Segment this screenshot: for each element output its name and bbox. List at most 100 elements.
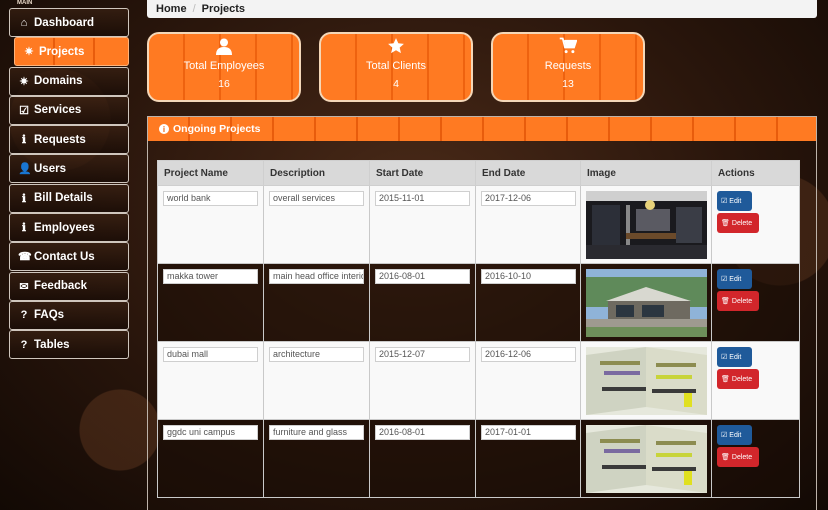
sidebar-item-label: Projects xyxy=(39,45,85,58)
table-row: world bank overall services 2015-11-01 2… xyxy=(157,185,800,264)
sidebar-item-users[interactable]: 👤 Users xyxy=(9,154,129,184)
edit-label: Edit xyxy=(729,353,742,361)
sidebar-item-label: Contact Us xyxy=(34,250,95,263)
edit-label: Edit xyxy=(729,197,742,205)
project-image xyxy=(586,191,707,259)
end-date-field[interactable]: 2016-10-10 xyxy=(481,269,576,284)
edit-button[interactable]: ☑ Edit xyxy=(717,269,752,289)
start-date-field[interactable]: 2016-08-01 xyxy=(375,425,470,440)
sidebar-item-label: Tables xyxy=(34,338,70,351)
project-name-field[interactable]: dubai mall xyxy=(163,347,258,362)
stat-card-total-clients[interactable]: Total Clients 4 xyxy=(319,32,473,102)
project-name-field[interactable]: world bank xyxy=(163,191,258,206)
info-icon: ℹ xyxy=(21,222,27,235)
delete-label: Delete xyxy=(731,453,753,461)
sidebar-item-label: Dashboard xyxy=(34,16,95,29)
end-date-field[interactable]: 2017-12-06 xyxy=(481,191,576,206)
edit-button[interactable]: ☑ Edit xyxy=(717,425,752,445)
table-header-row: Project Name Description Start Date End … xyxy=(157,160,800,186)
stat-value: 16 xyxy=(218,78,230,90)
question-icon: ? xyxy=(20,338,28,351)
edit-icon: ☑ xyxy=(721,276,728,283)
stat-label: Requests xyxy=(544,60,592,72)
info-icon: i xyxy=(159,124,169,134)
table-row: makka tower main head office interior 20… xyxy=(157,263,800,342)
delete-label: Delete xyxy=(731,297,753,305)
panel-title: Ongoing Projects xyxy=(173,123,261,135)
trash-icon: 🗑 xyxy=(721,454,730,461)
sidebar-item-domains[interactable]: ✷ Domains xyxy=(9,66,129,96)
stat-card-total-employees[interactable]: Total Employees 16 xyxy=(147,32,301,102)
start-date-field[interactable]: 2016-08-01 xyxy=(375,269,470,284)
breadcrumb: Home / Projects xyxy=(147,0,817,18)
edit-icon: ☑ xyxy=(721,432,728,439)
edit-label: Edit xyxy=(729,431,742,439)
trash-icon: 🗑 xyxy=(721,298,730,305)
star-icon xyxy=(321,37,471,57)
user-icon xyxy=(149,37,299,57)
sidebar-item-bill-details[interactable]: ℹ Bill Details xyxy=(9,183,129,213)
start-date-field[interactable]: 2015-11-01 xyxy=(375,191,470,206)
end-date-field[interactable]: 2017-01-01 xyxy=(481,425,576,440)
project-name-field[interactable]: makka tower xyxy=(163,269,258,284)
edit-button[interactable]: ☑ Edit xyxy=(717,191,752,211)
delete-label: Delete xyxy=(731,219,753,227)
project-image xyxy=(586,425,707,493)
sidebar-item-faqs[interactable]: ? FAQs xyxy=(9,300,129,330)
start-date-field[interactable]: 2015-12-07 xyxy=(375,347,470,362)
column-header: End Date xyxy=(475,160,581,186)
project-image xyxy=(586,347,707,415)
delete-label: Delete xyxy=(731,375,753,383)
description-field[interactable]: furniture and glass xyxy=(269,425,364,440)
question-icon: ? xyxy=(20,309,28,322)
delete-button[interactable]: 🗑 Delete xyxy=(717,291,759,311)
description-field[interactable]: main head office interior xyxy=(269,269,364,284)
sidebar-item-employees[interactable]: ℹ Employees xyxy=(9,213,129,243)
trash-icon: 🗑 xyxy=(721,376,730,383)
trash-icon: 🗑 xyxy=(721,220,730,227)
info-icon: ℹ xyxy=(21,192,27,205)
sidebar-item-dashboard[interactable]: ⌂ Dashboard xyxy=(9,8,129,37)
sidebar-item-requests[interactable]: ℹ Requests xyxy=(9,125,129,155)
end-date-field[interactable]: 2016-12-06 xyxy=(481,347,576,362)
stat-label: Total Clients xyxy=(366,60,426,72)
delete-button[interactable]: 🗑 Delete xyxy=(717,447,759,467)
edit-icon: ☑ xyxy=(721,354,728,361)
sidebar-item-contact-us[interactable]: ☎ Contact Us xyxy=(9,242,129,272)
stat-value: 4 xyxy=(393,78,399,90)
column-header: Description xyxy=(263,160,370,186)
sidebar-item-feedback[interactable]: ✉ Feedback xyxy=(9,271,129,301)
sidebar-item-tables[interactable]: ? Tables xyxy=(9,330,129,360)
phone-icon: ☎ xyxy=(18,251,32,264)
sidebar: MAIN ⌂ Dashboard ✷ Projects ✷ Domains ☑ Serv… xyxy=(9,0,129,360)
sidebar-item-services[interactable]: ☑ Services xyxy=(9,95,129,125)
stat-card-requests[interactable]: Requests 13 xyxy=(491,32,645,102)
table-row: dubai mall architecture 2015-12-07 2016-… xyxy=(157,341,800,420)
stat-value: 13 xyxy=(562,78,574,90)
sidebar-item-projects[interactable]: ✷ Projects xyxy=(14,37,129,67)
column-header: Actions xyxy=(711,160,800,186)
info-icon: ℹ xyxy=(21,134,27,147)
breadcrumb-separator: / xyxy=(192,3,196,15)
ongoing-projects-panel: i Ongoing Projects Project Name Descript… xyxy=(147,116,817,510)
breadcrumb-home-link[interactable]: Home xyxy=(156,3,187,15)
envelope-icon: ✉ xyxy=(19,280,29,293)
description-field[interactable]: architecture xyxy=(269,347,364,362)
panel-header: i Ongoing Projects xyxy=(148,117,816,141)
edit-icon: ☑ xyxy=(721,198,728,205)
asterisk-icon: ✷ xyxy=(24,46,34,59)
delete-button[interactable]: 🗑 Delete xyxy=(717,213,759,233)
delete-button[interactable]: 🗑 Delete xyxy=(717,369,759,389)
project-image xyxy=(586,269,707,337)
edit-button[interactable]: ☑ Edit xyxy=(717,347,752,367)
home-icon: ⌂ xyxy=(20,16,28,29)
user-icon: 👤 xyxy=(18,163,32,176)
project-name-field[interactable]: ggdc uni campus xyxy=(163,425,258,440)
description-field[interactable]: overall services xyxy=(269,191,364,206)
column-header: Start Date xyxy=(369,160,476,186)
sidebar-item-label: Bill Details xyxy=(34,192,93,205)
table-row: ggdc uni campus furniture and glass 2016… xyxy=(157,419,800,498)
projects-table: Project Name Description Start Date End … xyxy=(157,160,800,498)
sidebar-item-label: Requests xyxy=(34,133,86,146)
breadcrumb-current: Projects xyxy=(201,3,246,15)
